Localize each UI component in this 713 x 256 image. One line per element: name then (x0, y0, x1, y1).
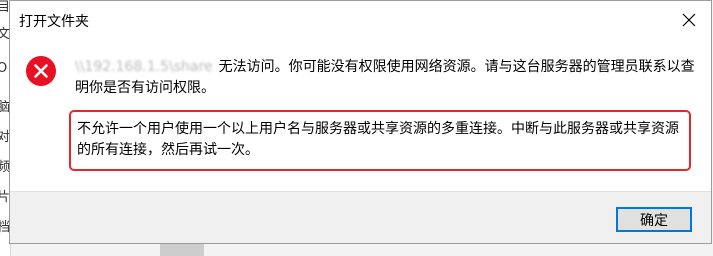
error-circle-icon (26, 56, 56, 86)
close-button[interactable] (675, 7, 703, 33)
close-icon (682, 13, 696, 27)
highlighted-detail-box: 不允许一个用户使用一个以上用户名与服务器或共享资源的多重连接。中断与此服务器或共… (69, 110, 691, 171)
background-scrollbar (160, 244, 204, 256)
dialog-titlebar: 打开文件夹 (10, 1, 711, 39)
dialog-footer: 确定 (10, 191, 711, 243)
dialog-title: 打开文件夹 (19, 14, 89, 30)
error-detail-text: 不允许一个用户使用一个以上用户名与服务器或共享资源的多重连接。中断与此服务器或共… (77, 121, 679, 158)
error-message: \\192.168.1.5\share 无法访问。你可能没有权限使用网络资源。请与… (75, 57, 695, 99)
server-path: \\192.168.1.5\share (75, 59, 213, 75)
background-text: O (0, 61, 7, 77)
ok-button[interactable]: 确定 (616, 207, 692, 232)
dialog-content: \\192.168.1.5\share 无法访问。你可能没有权限使用网络资源。请与… (10, 39, 711, 191)
error-dialog: 打开文件夹 \\192.168.1.5\share 无法访问。你可能没有权限使用网… (9, 0, 712, 244)
